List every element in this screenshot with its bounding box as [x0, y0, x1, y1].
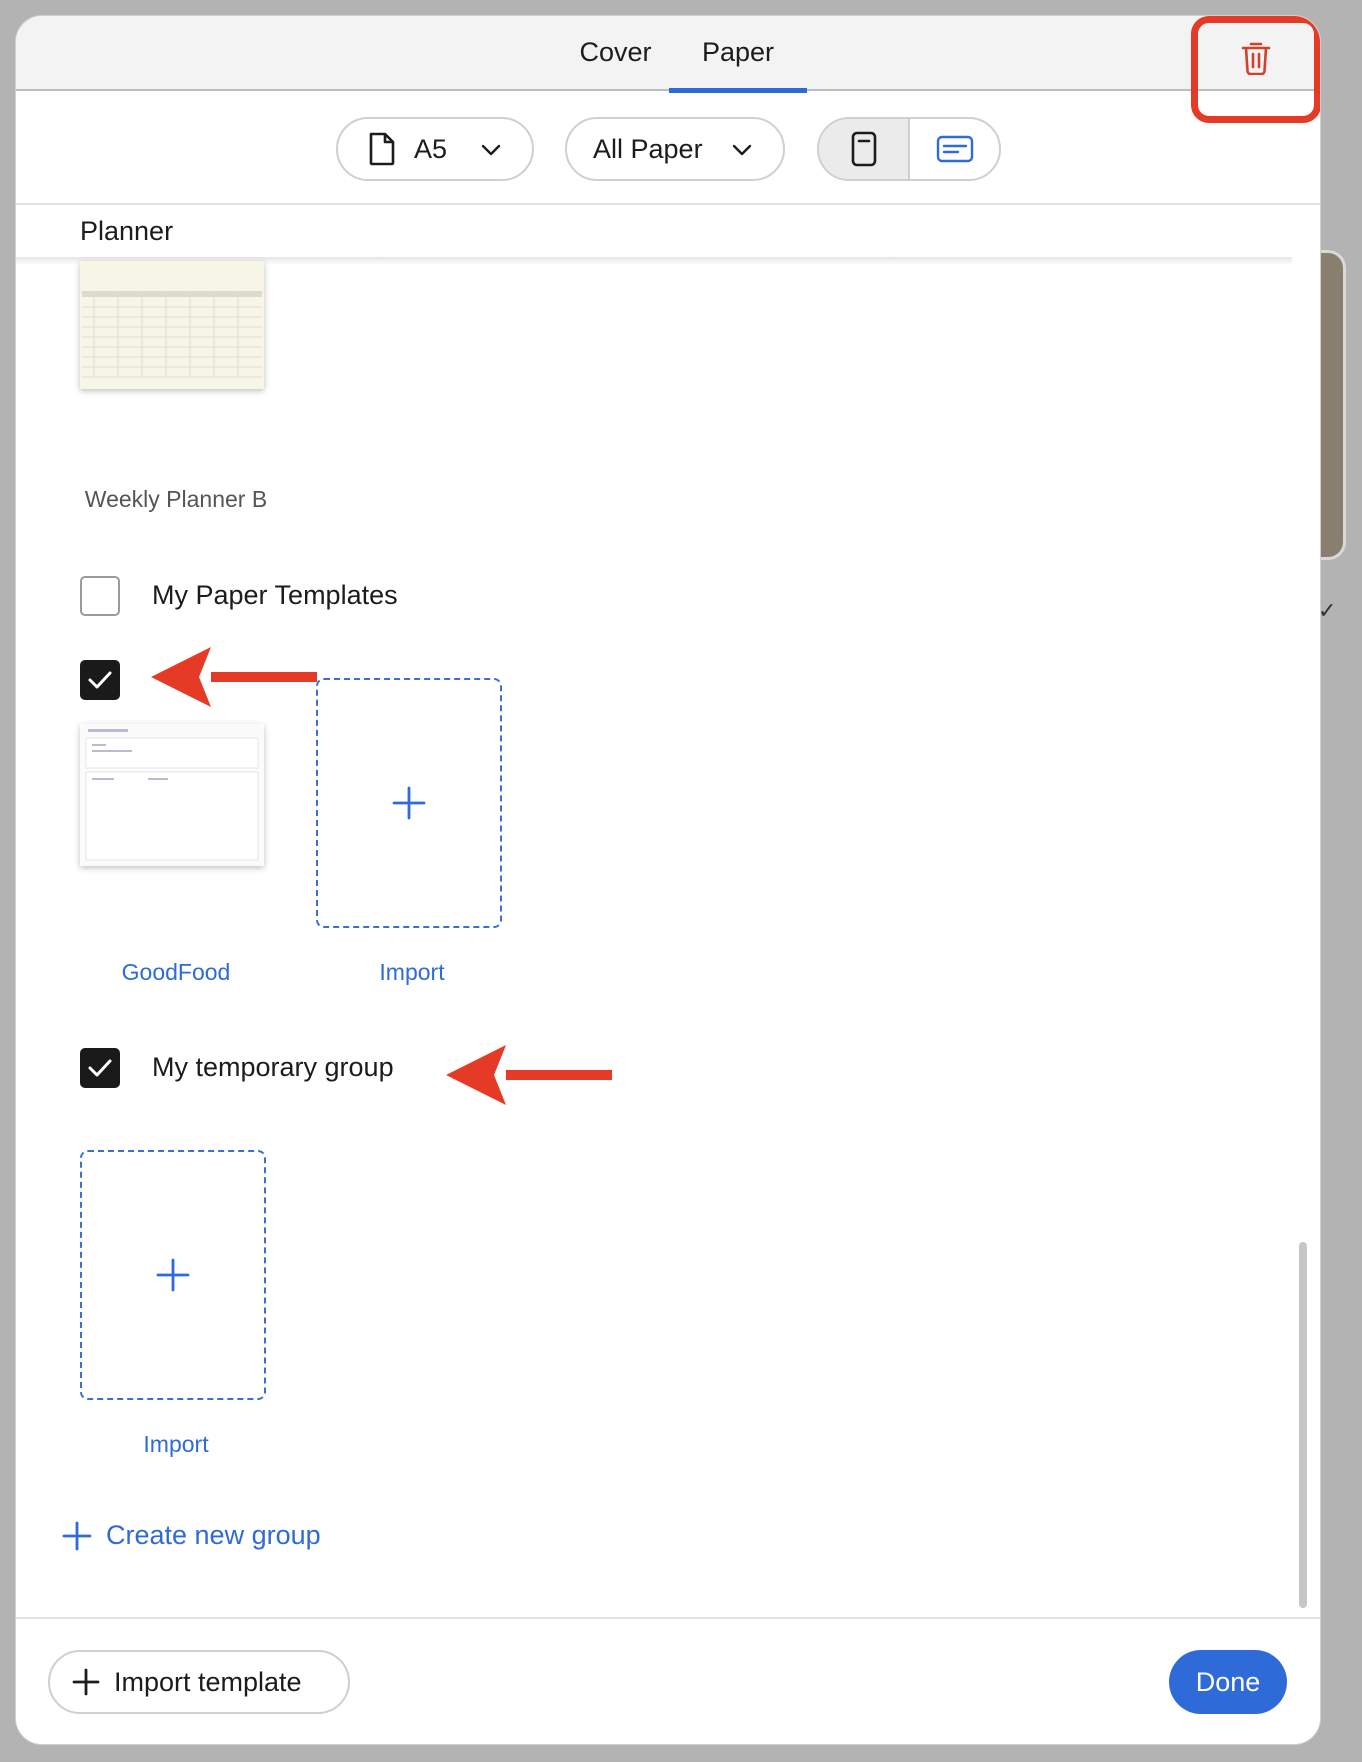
filter-bar: A5 All Paper: [16, 93, 1320, 205]
delete-button[interactable]: [1234, 36, 1278, 80]
chevron-down-icon: [481, 144, 501, 156]
import-caption: Import: [143, 1431, 209, 1457]
paper-category-label: All Paper: [593, 133, 703, 164]
tab-paper[interactable]: Paper: [669, 16, 807, 93]
paper-size-label: A5: [414, 133, 448, 164]
check-icon: [88, 671, 112, 689]
landscape-icon: [936, 135, 973, 163]
paper-category-dropdown[interactable]: All Paper: [565, 117, 785, 181]
done-button[interactable]: Done: [1169, 1650, 1287, 1714]
plus-icon: [62, 1521, 92, 1550]
page-icon: [369, 132, 395, 166]
create-new-group-label: Create new group: [106, 1520, 321, 1550]
import-template-label: Import template: [114, 1666, 302, 1697]
portrait-icon: [851, 131, 876, 167]
annotation-arrow: [151, 647, 317, 707]
my-temporary-group-checkbox[interactable]: [80, 1048, 120, 1088]
plus-icon: [156, 1258, 190, 1292]
paper-size-dropdown[interactable]: A5: [336, 117, 534, 181]
scrollbar[interactable]: [1299, 1242, 1307, 1608]
create-new-group-button[interactable]: Create new group: [62, 1520, 321, 1551]
trash-icon: [1241, 42, 1271, 75]
my-temporary-group-title: My temporary group: [152, 1052, 394, 1082]
my-paper-templates-checkbox[interactable]: [80, 576, 120, 616]
section-title-planner: Planner: [80, 216, 174, 246]
my-paper-templates-title: My Paper Templates: [152, 580, 398, 610]
plus-icon: [392, 786, 426, 820]
import-template-tile[interactable]: [80, 1150, 266, 1400]
check-icon: [88, 1059, 112, 1077]
landscape-button[interactable]: [910, 119, 999, 179]
planner-grid-preview: [80, 261, 264, 389]
chevron-down-icon: [732, 144, 752, 156]
plus-icon: [72, 1668, 100, 1696]
paper-picker-dialog: Cover Paper A5 All Paper Planner Weekly …: [16, 16, 1320, 1744]
import-caption: Import: [379, 959, 445, 985]
orientation-toggle: [817, 117, 1001, 181]
weekly-planner-b-caption: Weekly Planner B: [84, 486, 268, 512]
portrait-button[interactable]: [819, 119, 910, 179]
import-template-button[interactable]: Import template: [48, 1650, 350, 1714]
template-select-checkbox[interactable]: [80, 660, 120, 700]
annotation-arrow: [446, 1045, 612, 1105]
goodfood-caption: GoodFood: [121, 959, 231, 985]
dialog-footer: Import template Done: [16, 1617, 1320, 1744]
import-template-tile[interactable]: [316, 678, 502, 928]
goodfood-thumbnail[interactable]: [80, 724, 264, 866]
tab-cover[interactable]: Cover: [553, 16, 678, 91]
goodfood-preview: [80, 724, 264, 866]
tab-bar: Cover Paper: [16, 16, 1320, 93]
background-chevron-icon: ✓: [1318, 598, 1337, 623]
weekly-planner-b-thumbnail[interactable]: [80, 261, 264, 389]
